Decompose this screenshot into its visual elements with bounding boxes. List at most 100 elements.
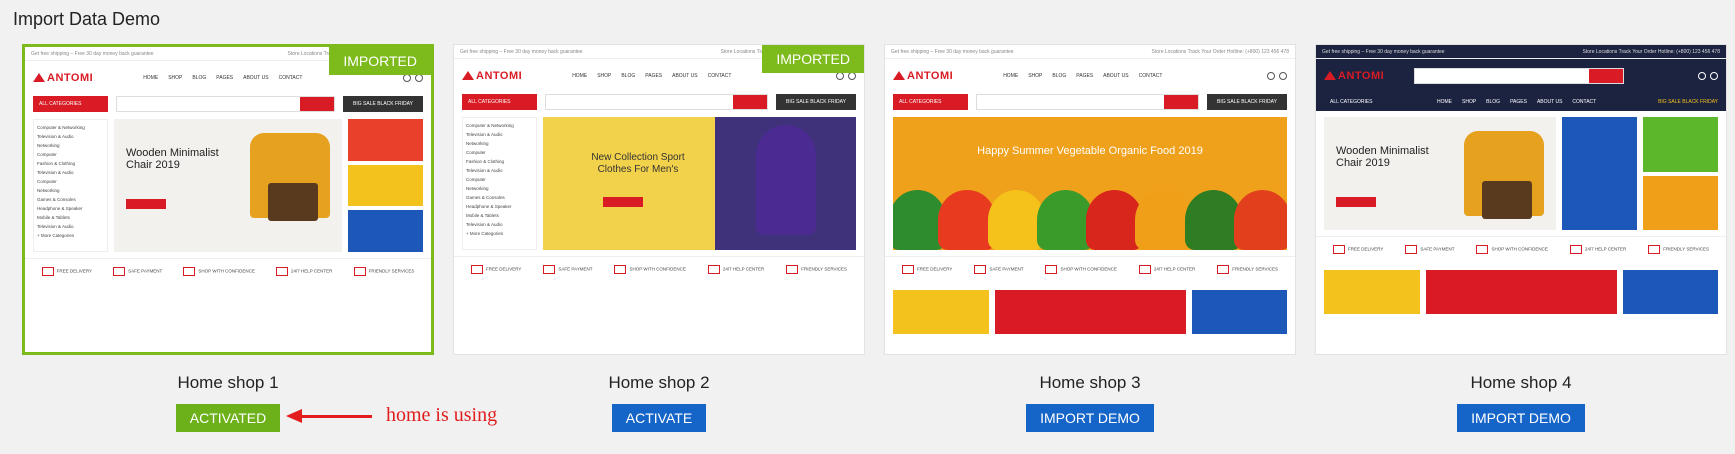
preview-feature: SHOP WITH CONFIDENCE bbox=[1476, 245, 1547, 254]
activated-button[interactable]: ACTIVATED bbox=[175, 404, 281, 432]
preview-black-friday: BIG SALE BLACK FRIDAY bbox=[776, 94, 856, 110]
demo-title: Home shop 4 bbox=[1470, 373, 1572, 392]
preview-hero-button bbox=[603, 197, 643, 207]
preview-menu-item: HOME bbox=[1437, 99, 1452, 105]
preview-feature: SAFE PAYMENT bbox=[974, 265, 1023, 274]
preview-feature: FRIENDLY SERVICES bbox=[354, 267, 415, 276]
demo-title: Home shop 1 bbox=[177, 373, 279, 392]
preview-feature: 24/7 HELP CENTER bbox=[276, 267, 332, 276]
preview-category: Television & Audio bbox=[466, 132, 503, 137]
preview-menu-item: PAGES bbox=[1510, 99, 1527, 105]
preview-black-friday: BIG SALE BLACK FRIDAY bbox=[1658, 99, 1718, 105]
preview-category-bar: ALL CATEGORIES BIG SALE BLACK FRIDAY bbox=[885, 93, 1295, 111]
side-banner bbox=[1643, 175, 1718, 230]
preview-search bbox=[976, 94, 1199, 110]
import-demo-button[interactable]: IMPORT DEMO bbox=[1457, 404, 1585, 432]
imported-badge: IMPORTED bbox=[329, 47, 431, 75]
preview-category-list: Computer & Networking Television & Audio N… bbox=[462, 117, 537, 250]
preview-menu-item: BLOG bbox=[192, 75, 207, 81]
preview-menu-item: HOME bbox=[143, 75, 159, 81]
heart-icon bbox=[836, 72, 844, 80]
chair-image bbox=[1464, 131, 1544, 219]
demo-thumbnail[interactable]: IMPORTED Get free shipping – Free 30 day… bbox=[453, 44, 865, 355]
preview-category-bar: ALL CATEGORIES BIG SALE BLACK FRIDAY bbox=[454, 93, 864, 111]
preview-hero-banner: Wooden Minimalist Chair 2019 bbox=[1324, 117, 1556, 230]
preview-category-bar: ALL CATEGORIES HOME SHOP BLOG PAGES ABOUT US… bbox=[1316, 93, 1726, 111]
preview-logo: ANTOMI bbox=[33, 72, 93, 84]
preview-category: Games & Consoles bbox=[466, 195, 505, 200]
promo-banner bbox=[1324, 270, 1420, 314]
preview-body: Wooden Minimalist Chair 2019 bbox=[1316, 111, 1726, 236]
preview-topbar-text: Get free shipping – Free 30 day money ba… bbox=[31, 50, 154, 57]
preview-menu-item: CONTACT bbox=[1572, 99, 1597, 105]
preview-feature: SAFE PAYMENT bbox=[543, 265, 592, 274]
preview-search bbox=[116, 96, 335, 112]
preview-hero-button bbox=[126, 199, 166, 209]
preview-category: Television & Audio bbox=[466, 168, 503, 173]
side-banner bbox=[1643, 117, 1718, 172]
preview-category: Computer bbox=[466, 177, 486, 182]
preview-hero-text: Wooden Minimalist Chair 2019 bbox=[126, 147, 219, 171]
preview-feature: FRIENDLY SERVICES bbox=[1648, 245, 1709, 254]
vegetables-image bbox=[893, 190, 1287, 250]
preview-menu-item: CONTACT bbox=[707, 73, 732, 79]
preview-hero-banner: Wooden Minimalist Chair 2019 bbox=[114, 119, 342, 252]
demo-thumbnail[interactable]: Get free shipping – Free 30 day money ba… bbox=[1315, 44, 1727, 355]
side-banner bbox=[348, 119, 423, 161]
preview-menu-item: CONTACT bbox=[278, 75, 303, 81]
preview-category: Networking bbox=[37, 188, 60, 193]
chair-image bbox=[250, 133, 330, 221]
preview-hero-button bbox=[1336, 197, 1376, 207]
cart-icon bbox=[1710, 72, 1718, 80]
preview-topbar-text: Get free shipping – Free 30 day money ba… bbox=[891, 48, 1014, 55]
preview-logo-text: ANTOMI bbox=[47, 72, 94, 84]
preview-hero-text: New Collection Sport Clothes For Men's bbox=[591, 152, 685, 175]
preview-side-banners bbox=[1562, 117, 1637, 230]
banner-background bbox=[543, 117, 716, 250]
preview-search bbox=[1414, 68, 1625, 84]
preview-category: Games & Consoles bbox=[37, 197, 76, 202]
preview-feature: FREE DELIVERY bbox=[902, 265, 952, 274]
preview-feature: 24/7 HELP CENTER bbox=[1139, 265, 1195, 274]
preview-category: Fashion & Clothing bbox=[466, 159, 505, 164]
preview-category: Networking bbox=[466, 186, 489, 191]
cart-icon bbox=[1279, 72, 1287, 80]
preview-features: FREE DELIVERY SAFE PAYMENT SHOP WITH CONFI… bbox=[25, 258, 431, 284]
preview-all-categories: ALL CATEGORIES bbox=[33, 96, 108, 112]
import-demo-button[interactable]: IMPORT DEMO bbox=[1026, 404, 1154, 432]
preview-category: Mobile & Tablets bbox=[466, 213, 499, 218]
preview-search bbox=[545, 94, 768, 110]
preview-menu: HOME SHOP BLOG PAGES ABOUT US CONTACT bbox=[143, 75, 302, 81]
side-banner bbox=[348, 164, 423, 207]
preview-feature: 24/7 HELP CENTER bbox=[708, 265, 764, 274]
preview-feature: FRIENDLY SERVICES bbox=[1217, 265, 1278, 274]
preview-menu: HOME SHOP BLOG PAGES ABOUT US CONTACT bbox=[1003, 73, 1162, 79]
promo-banner bbox=[1622, 270, 1718, 314]
preview-black-friday: BIG SALE BLACK FRIDAY bbox=[343, 96, 423, 112]
preview-feature: FREE DELIVERY bbox=[42, 267, 92, 276]
preview-body: Computer & Networking Television & Audio N… bbox=[454, 111, 864, 256]
heart-icon bbox=[403, 74, 411, 82]
preview-menu-item: ABOUT US bbox=[672, 73, 698, 79]
preview-feature: FREE DELIVERY bbox=[471, 265, 521, 274]
preview-category: Headphone & Speaker bbox=[466, 204, 512, 209]
demo-thumbnail[interactable]: IMPORTED Get free shipping – Free 30 day… bbox=[22, 44, 434, 355]
preview-menu-item: HOME bbox=[1003, 73, 1019, 79]
side-banner bbox=[348, 210, 423, 253]
demo-thumbnail[interactable]: Get free shipping – Free 30 day money ba… bbox=[884, 44, 1296, 355]
preview-feature: FREE DELIVERY bbox=[1333, 245, 1383, 254]
annotation-text: home is using bbox=[386, 404, 498, 426]
activate-button[interactable]: ACTIVATE bbox=[611, 404, 707, 432]
preview-topbar: Get free shipping – Free 30 day money ba… bbox=[885, 45, 1295, 59]
preview-category: Fashion & Clothing bbox=[37, 161, 76, 166]
preview-side-banners bbox=[348, 119, 423, 253]
heart-icon bbox=[1698, 72, 1706, 80]
preview-feature: SHOP WITH CONFIDENCE bbox=[183, 267, 254, 276]
preview-header-icons bbox=[1698, 72, 1718, 80]
preview-logo: ANTOMI bbox=[462, 70, 522, 82]
preview-category: + More Categories bbox=[37, 233, 75, 238]
preview-topbar-links: Store Locations Track Your Order Hotline… bbox=[1582, 48, 1720, 55]
preview-menu-item: SHOP bbox=[1462, 99, 1477, 105]
page-title: Import Data Demo bbox=[13, 9, 161, 29]
preview-hero-text: Happy Summer Vegetable Organic Food 2019 bbox=[977, 145, 1203, 157]
